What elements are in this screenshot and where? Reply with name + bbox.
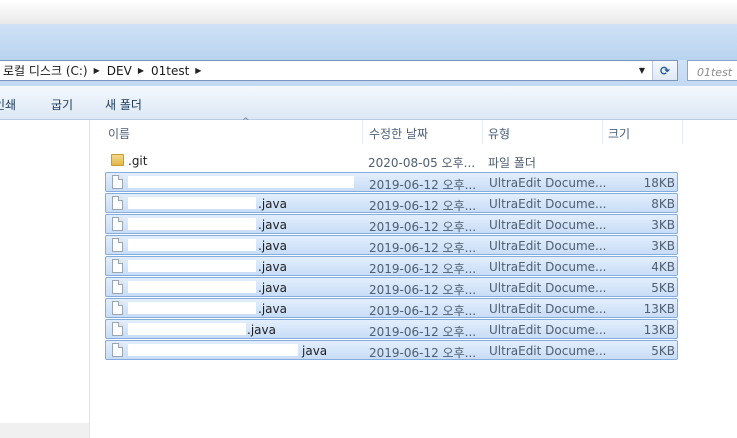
document-icon — [112, 238, 123, 252]
file-type: UltraEdit Docume... — [489, 176, 607, 190]
file-date: 2019-06-12 오후... — [369, 325, 477, 339]
redacted-filename — [128, 176, 354, 188]
file-size: 3KB — [651, 239, 675, 253]
redacted-filename — [128, 239, 256, 251]
redacted-filename — [128, 302, 256, 314]
address-bar[interactable]: 로컬 디스크 (C:) ▶ DEV ▶ 01test ▶ ▼ ⟳ — [0, 60, 678, 81]
file-date: 2019-06-12 오후... — [369, 241, 477, 255]
redacted-filename — [128, 344, 298, 356]
file-size: 5KB — [651, 281, 675, 295]
file-row[interactable]: .java 2019-06-12 오후... UltraEdit Docume...… — [105, 277, 678, 297]
burn-button[interactable]: 굽기 — [51, 96, 73, 113]
column-divider[interactable] — [602, 120, 603, 144]
file-name: .java — [258, 260, 287, 274]
file-type: UltraEdit Docume... — [489, 239, 607, 253]
redacted-filename — [128, 218, 256, 230]
file-row[interactable]: 2019-06-12 오후... UltraEdit Docume... 18KB — [105, 172, 678, 192]
file-size: 3KB — [651, 218, 675, 232]
chevron-down-icon[interactable]: ▼ — [635, 63, 649, 78]
breadcrumb-01test[interactable]: 01test ▶ — [147, 61, 204, 80]
file-row[interactable]: .java 2019-06-12 오후... UltraEdit Docume...… — [105, 319, 678, 339]
refresh-icon[interactable]: ⟳ — [652, 61, 677, 80]
column-divider[interactable] — [682, 120, 683, 144]
print-button[interactable]: 인쇄 — [0, 96, 16, 113]
file-type: 파일 폴더 — [488, 156, 536, 170]
column-divider[interactable] — [482, 120, 483, 144]
address-row: 로컬 디스크 (C:) ▶ DEV ▶ 01test ▶ ▼ ⟳ 01test … — [0, 60, 737, 86]
chevron-right-icon[interactable]: ▶ — [192, 66, 204, 75]
file-row[interactable]: .java 2019-06-12 오후... UltraEdit Docume...… — [105, 235, 678, 255]
document-icon — [112, 322, 123, 336]
file-size: 5KB — [651, 344, 675, 358]
file-size: 18KB — [643, 176, 675, 190]
file-date: 2019-06-12 오후... — [369, 220, 477, 234]
file-date: 2019-06-12 오후... — [369, 178, 477, 192]
navigation-pane-scrollbar[interactable] — [0, 423, 89, 438]
redacted-filename — [128, 197, 256, 209]
document-icon — [112, 301, 123, 315]
file-name: .java — [258, 239, 287, 253]
navigation-pane[interactable] — [0, 120, 90, 438]
chevron-right-icon[interactable]: ▶ — [91, 66, 103, 75]
column-divider[interactable] — [362, 120, 363, 144]
breadcrumb-local-disk[interactable]: 로컬 디스크 (C:) ▶ — [0, 61, 103, 80]
chevron-right-icon[interactable]: ▶ — [135, 66, 147, 75]
file-date: 2019-06-12 오후... — [369, 304, 477, 318]
file-name: .java — [247, 323, 276, 337]
redacted-filename — [128, 323, 246, 335]
file-row[interactable]: .java 2019-06-12 오후... UltraEdit Docume...… — [105, 193, 678, 213]
document-icon — [112, 280, 123, 294]
file-name: java — [302, 344, 328, 358]
breadcrumb-label: DEV — [106, 63, 132, 78]
file-date: 2019-06-12 오후... — [369, 283, 477, 297]
file-type: UltraEdit Docume... — [489, 197, 607, 211]
file-name: .java — [258, 197, 287, 211]
document-icon — [112, 175, 123, 189]
file-date: 2019-06-12 오후... — [369, 199, 477, 213]
file-date: 2019-06-12 오후... — [369, 346, 477, 360]
file-name: .java — [258, 281, 287, 295]
file-type: UltraEdit Docume... — [489, 218, 607, 232]
sort-ascending-icon: ^ — [242, 117, 250, 127]
file-size: 13KB — [643, 302, 675, 316]
file-date: 2019-06-12 오후... — [369, 262, 477, 276]
document-icon — [112, 259, 123, 273]
file-row[interactable]: java 2019-06-12 오후... UltraEdit Docume... 5… — [105, 340, 678, 360]
file-row[interactable]: .java 2019-06-12 오후... UltraEdit Docume...… — [105, 256, 678, 276]
file-name: .git — [128, 154, 148, 168]
title-bar — [0, 24, 737, 60]
breadcrumb-label: 01test — [150, 63, 190, 78]
folder-icon — [111, 154, 124, 166]
file-name: .java — [258, 218, 287, 232]
column-header-size[interactable]: 크기 — [608, 125, 630, 142]
file-size: 13KB — [643, 323, 675, 337]
document-icon — [112, 196, 123, 210]
breadcrumb-dev[interactable]: DEV ▶ — [103, 61, 147, 80]
file-date: 2020-08-05 오후... — [368, 156, 476, 170]
window-top-edge — [0, 0, 737, 24]
document-icon — [112, 343, 123, 357]
redacted-filename — [128, 281, 256, 293]
column-header-name[interactable]: 이름 — [108, 125, 130, 142]
file-row[interactable]: .git 2020-08-05 오후... 파일 폴더 — [105, 151, 678, 171]
new-folder-button[interactable]: 새 폴더 — [105, 96, 142, 113]
file-size: 8KB — [651, 197, 675, 211]
command-toolbar: 인쇄 굽기 새 폴더 — [0, 86, 737, 120]
column-header-date[interactable]: 수정한 날짜 — [369, 125, 428, 142]
file-name: .java — [258, 302, 287, 316]
document-icon — [112, 217, 123, 231]
column-header-type[interactable]: 유형 — [488, 125, 510, 142]
column-header-row: ^ 이름 수정한 날짜 유형 크기 — [104, 117, 684, 146]
breadcrumb-label: 로컬 디스크 (C:) — [3, 64, 88, 78]
file-type: UltraEdit Docume... — [489, 260, 607, 274]
file-type: UltraEdit Docume... — [489, 344, 607, 358]
file-size: 4KB — [651, 260, 675, 274]
file-row[interactable]: .java 2019-06-12 오후... UltraEdit Docume...… — [105, 214, 678, 234]
search-input[interactable]: 01test 검색 — [687, 60, 737, 81]
redacted-filename — [128, 260, 256, 272]
file-type: UltraEdit Docume... — [489, 302, 607, 316]
file-row[interactable]: .java 2019-06-12 오후... UltraEdit Docume...… — [105, 298, 678, 318]
file-type: UltraEdit Docume... — [489, 281, 607, 295]
file-type: UltraEdit Docume... — [489, 323, 607, 337]
